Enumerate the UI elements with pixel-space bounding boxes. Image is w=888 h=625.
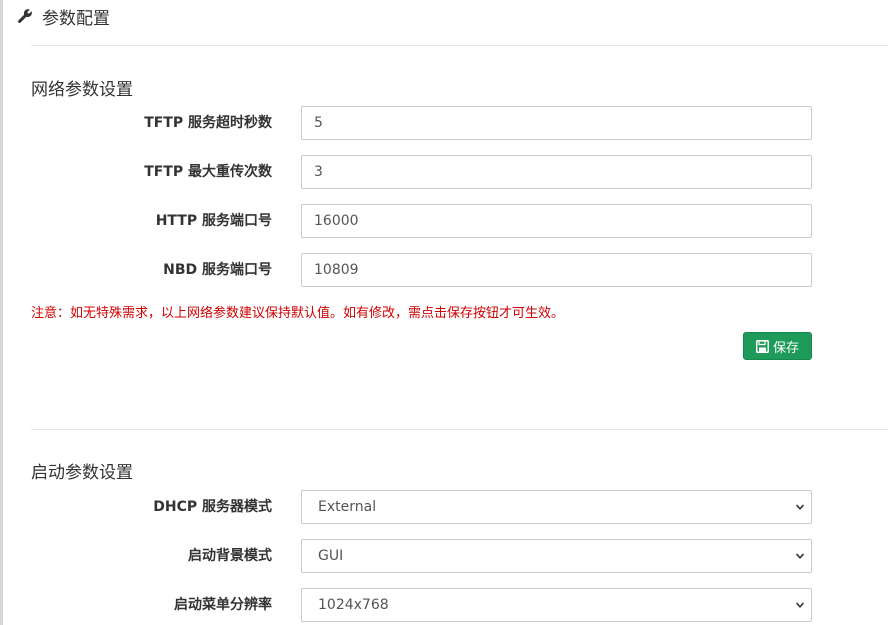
save-button[interactable]: 保存	[743, 332, 812, 360]
tftp-timeout-input[interactable]: 5	[301, 106, 812, 140]
section-divider	[31, 429, 888, 430]
form-row-nbd-port: NBD 服务端口号 10809	[0, 253, 888, 287]
tftp-timeout-label: TFTP 服务超时秒数	[144, 115, 272, 131]
boot-resolution-label: 启动菜单分辨率	[174, 597, 272, 613]
form-row-boot-background: 启动背景模式 GUI	[0, 539, 888, 573]
wrench-icon	[16, 7, 34, 25]
network-section-title: 网络参数设置	[31, 80, 133, 100]
nbd-port-label: NBD 服务端口号	[163, 262, 272, 278]
form-row-tftp-retries: TFTP 最大重传次数 3	[0, 155, 888, 189]
chevron-down-icon	[795, 553, 805, 559]
boot-background-value: GUI	[318, 548, 344, 564]
dhcp-mode-select[interactable]: External	[301, 490, 812, 524]
boot-section-title: 启动参数设置	[31, 463, 133, 483]
tftp-retries-input[interactable]: 3	[301, 155, 812, 189]
form-row-http-port: HTTP 服务端口号 16000	[0, 204, 888, 238]
boot-resolution-select[interactable]: 1024x768	[301, 588, 812, 622]
form-row-boot-resolution: 启动菜单分辨率 1024x768	[0, 588, 888, 622]
tftp-retries-label: TFTP 最大重传次数	[144, 164, 272, 180]
save-button-label: 保存	[772, 340, 799, 356]
http-port-label: HTTP 服务端口号	[155, 213, 272, 229]
form-row-tftp-timeout: TFTP 服务超时秒数 5	[0, 106, 888, 140]
boot-background-select[interactable]: GUI	[301, 539, 812, 573]
form-row-dhcp-mode: DHCP 服务器模式 External	[0, 490, 888, 524]
boot-resolution-value: 1024x768	[318, 597, 389, 613]
notice-text: 注意：如无特殊需求，以上网络参数建议保持默认值。如有修改，需点击保存按钮才可生效…	[31, 306, 565, 321]
dhcp-mode-label: DHCP 服务器模式	[153, 499, 272, 515]
nbd-port-input[interactable]: 10809	[301, 253, 812, 287]
http-port-input[interactable]: 16000	[301, 204, 812, 238]
header-divider	[31, 45, 888, 46]
page-title: 参数配置	[42, 8, 110, 29]
chevron-down-icon	[795, 504, 805, 510]
page-header: 参数配置	[16, 2, 110, 30]
boot-background-label: 启动背景模式	[188, 548, 272, 564]
save-icon	[755, 339, 769, 353]
chevron-down-icon	[795, 602, 805, 608]
dhcp-mode-value: External	[318, 499, 377, 515]
left-border	[0, 0, 3, 625]
